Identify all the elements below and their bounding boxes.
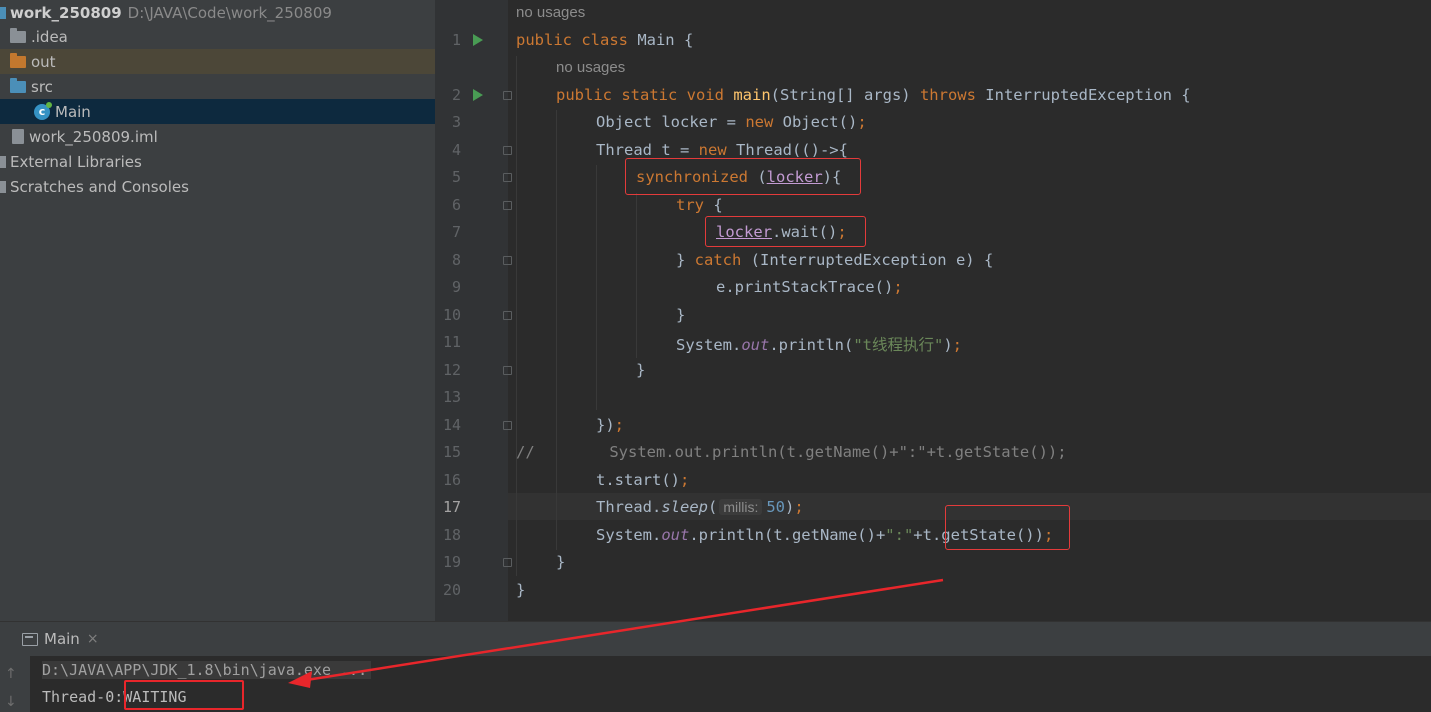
annotation-arrow (288, 578, 944, 688)
arrow-head-icon (288, 671, 312, 688)
arrow-line (299, 578, 944, 683)
